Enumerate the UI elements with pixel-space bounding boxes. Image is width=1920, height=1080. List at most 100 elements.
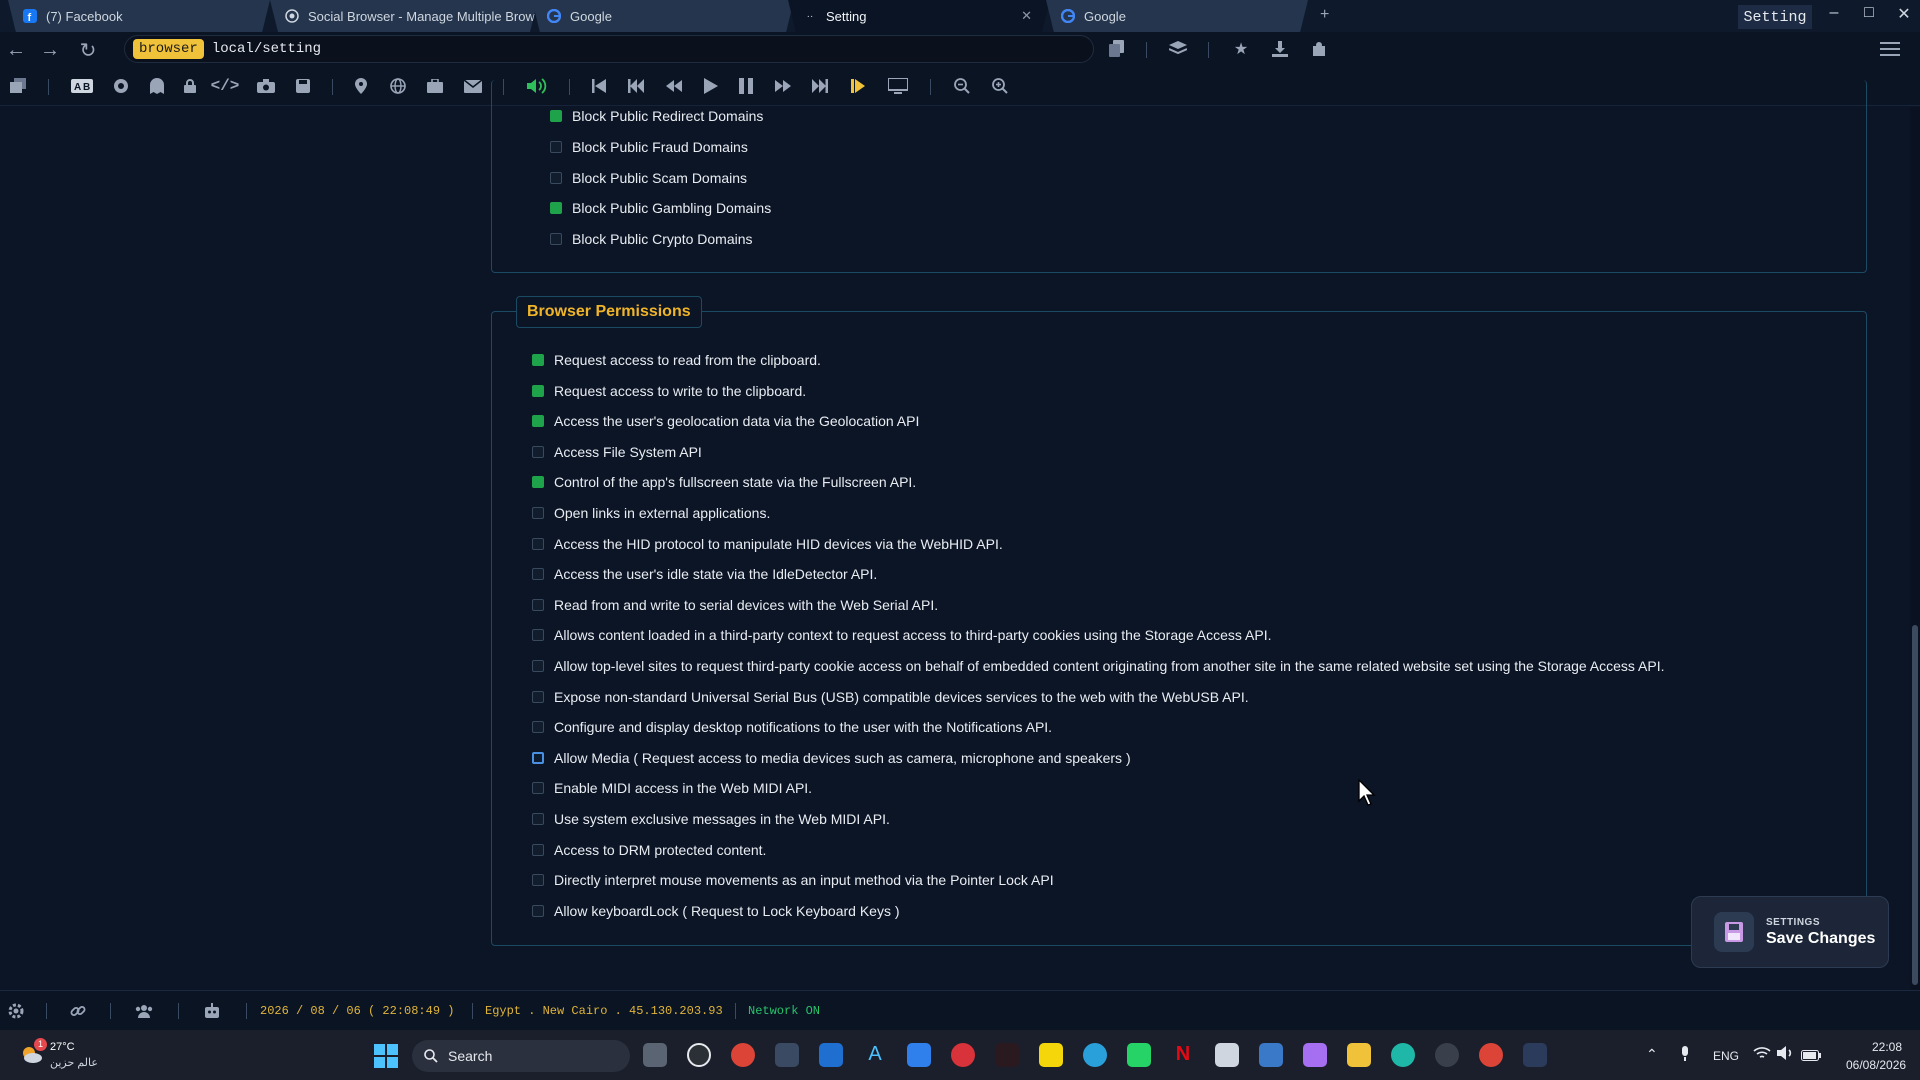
checkbox[interactable] bbox=[550, 233, 562, 246]
social-browser-app-icon[interactable] bbox=[1435, 1043, 1459, 1067]
lock-icon[interactable] bbox=[178, 74, 202, 98]
copy-icon[interactable] bbox=[1105, 37, 1129, 61]
download-icon[interactable] bbox=[1268, 37, 1292, 61]
netflix-icon[interactable]: N bbox=[1171, 1043, 1195, 1067]
checkbox[interactable] bbox=[532, 660, 544, 672]
address-bar[interactable]: browser local/setting bbox=[124, 35, 1094, 63]
ghost-icon[interactable] bbox=[145, 74, 169, 98]
tab-google-2[interactable]: Google bbox=[1046, 0, 1308, 32]
back-icon[interactable]: ← bbox=[4, 38, 28, 62]
chrome-profile-icon[interactable] bbox=[1479, 1043, 1503, 1067]
users-icon[interactable] bbox=[132, 999, 156, 1023]
speaker-icon[interactable] bbox=[1777, 1046, 1795, 1065]
checkbox[interactable] bbox=[532, 751, 544, 764]
maximize-button[interactable]: □ bbox=[1856, 4, 1882, 22]
permission-option[interactable]: Access the HID protocol to manipulate HI… bbox=[532, 536, 1003, 552]
checkbox[interactable] bbox=[532, 354, 544, 366]
tab-setting[interactable]: ·· Setting ✕ bbox=[788, 0, 1050, 32]
briefcase-icon[interactable] bbox=[423, 74, 447, 98]
permission-option[interactable]: Access to DRM protected content. bbox=[532, 842, 766, 858]
checkbox[interactable] bbox=[532, 476, 544, 489]
checkbox[interactable] bbox=[532, 843, 544, 856]
chrome-app-icon[interactable] bbox=[731, 1043, 755, 1067]
code-icon[interactable]: </> bbox=[211, 74, 240, 98]
checkbox[interactable] bbox=[532, 507, 544, 519]
red-app-icon[interactable] bbox=[951, 1043, 975, 1067]
checkbox[interactable] bbox=[532, 629, 544, 642]
tab-facebook[interactable]: f (7) Facebook bbox=[8, 0, 270, 32]
tab-google[interactable]: Google bbox=[532, 0, 794, 32]
link-icon[interactable] bbox=[66, 999, 90, 1023]
close-window-button[interactable]: ✕ bbox=[1891, 4, 1917, 24]
sticky-notes-icon[interactable] bbox=[1039, 1043, 1063, 1067]
file-explorer-icon[interactable] bbox=[1347, 1043, 1371, 1067]
minimize-button[interactable]: – bbox=[1821, 4, 1847, 22]
permission-option[interactable]: Expose non-standard Universal Serial Bus… bbox=[532, 689, 1249, 705]
checkbox[interactable] bbox=[532, 415, 544, 428]
permission-option[interactable]: Open links in external applications. bbox=[532, 505, 770, 521]
desktop-app-icon[interactable] bbox=[1259, 1043, 1283, 1067]
permission-option[interactable]: Allow keyboardLock ( Request to Lock Key… bbox=[532, 903, 900, 919]
checkbox[interactable] bbox=[550, 202, 562, 215]
checkbox[interactable] bbox=[532, 904, 544, 917]
chevron-up-icon[interactable]: ⌃ bbox=[1646, 1046, 1658, 1063]
tab-social-browser[interactable]: Social Browser - Manage Multiple Brow bbox=[270, 0, 538, 32]
checkbox[interactable] bbox=[532, 384, 544, 397]
game-icon[interactable] bbox=[995, 1043, 1019, 1067]
menu-icon[interactable] bbox=[1878, 37, 1902, 61]
wifi-icon[interactable] bbox=[1753, 1046, 1771, 1065]
taskbar-search[interactable]: Search bbox=[412, 1040, 630, 1072]
permission-option[interactable]: Access the user's geolocation data via t… bbox=[532, 413, 919, 429]
weather-icon[interactable]: 1 bbox=[18, 1038, 47, 1066]
telegram-icon[interactable] bbox=[1083, 1043, 1107, 1067]
settings-gear-icon[interactable] bbox=[4, 999, 28, 1023]
permission-option[interactable]: Allows content loaded in a third-party c… bbox=[532, 627, 1272, 643]
reload-icon[interactable]: ↻ bbox=[76, 38, 100, 62]
permission-option[interactable]: Access the user's idle state via the Idl… bbox=[532, 566, 877, 582]
chatgpt-icon[interactable] bbox=[687, 1043, 711, 1067]
sb-app-icon[interactable] bbox=[1523, 1043, 1547, 1067]
checkbox[interactable] bbox=[550, 171, 562, 184]
chrome-icon[interactable] bbox=[109, 74, 133, 98]
forward-icon[interactable]: → bbox=[38, 38, 62, 62]
checkbox[interactable] bbox=[550, 110, 562, 122]
layers-icon[interactable] bbox=[1166, 37, 1190, 61]
permission-option[interactable]: Block Public Crypto Domains bbox=[550, 231, 753, 247]
checkbox[interactable] bbox=[532, 568, 544, 581]
permission-option[interactable]: Access File System API bbox=[532, 444, 702, 460]
save-changes-button[interactable]: SETTINGS Save Changes bbox=[1691, 896, 1889, 968]
close-tab-icon[interactable]: ✕ bbox=[1021, 8, 1032, 24]
checkbox[interactable] bbox=[532, 874, 544, 887]
permission-option[interactable]: Block Public Redirect Domains bbox=[550, 108, 763, 124]
permission-option[interactable]: Request access to read from the clipboar… bbox=[532, 352, 821, 368]
checkbox[interactable] bbox=[532, 598, 544, 611]
globe-icon[interactable] bbox=[386, 74, 410, 98]
permission-option[interactable]: Enable MIDI access in the Web MIDI API. bbox=[532, 780, 812, 796]
translate-icon[interactable]: AB bbox=[70, 74, 94, 98]
store-icon[interactable] bbox=[775, 1043, 799, 1067]
permission-option[interactable]: Control of the app's fullscreen state vi… bbox=[532, 474, 916, 490]
permission-option[interactable]: Configure and display desktop notificati… bbox=[532, 719, 1052, 735]
save-icon[interactable] bbox=[291, 74, 315, 98]
document-app-icon[interactable] bbox=[1215, 1043, 1239, 1067]
permission-option[interactable]: Block Public Fraud Domains bbox=[550, 139, 748, 155]
windows-icon[interactable] bbox=[6, 74, 30, 98]
new-tab-button[interactable]: + bbox=[1320, 6, 1329, 24]
mail-icon[interactable] bbox=[461, 74, 485, 98]
photos-icon[interactable] bbox=[907, 1043, 931, 1067]
permission-option[interactable]: Use system exclusive messages in the Web… bbox=[532, 811, 890, 827]
checkbox[interactable] bbox=[532, 690, 544, 703]
outlook-icon[interactable] bbox=[819, 1043, 843, 1067]
windows-start-icon[interactable] bbox=[374, 1044, 398, 1073]
checkbox[interactable] bbox=[550, 140, 562, 153]
location-pin-icon[interactable] bbox=[349, 74, 373, 98]
copilot-icon[interactable] bbox=[1303, 1043, 1327, 1067]
extension-icon[interactable] bbox=[1307, 37, 1331, 61]
checkbox[interactable] bbox=[532, 445, 544, 458]
scrollbar-thumb[interactable] bbox=[1912, 625, 1918, 985]
app-a-icon[interactable]: A bbox=[863, 1043, 887, 1067]
permission-option[interactable]: Block Public Scam Domains bbox=[550, 170, 747, 186]
permission-option[interactable]: Request access to write to the clipboard… bbox=[532, 383, 806, 399]
camera-icon[interactable] bbox=[254, 74, 278, 98]
checkbox[interactable] bbox=[532, 813, 544, 825]
